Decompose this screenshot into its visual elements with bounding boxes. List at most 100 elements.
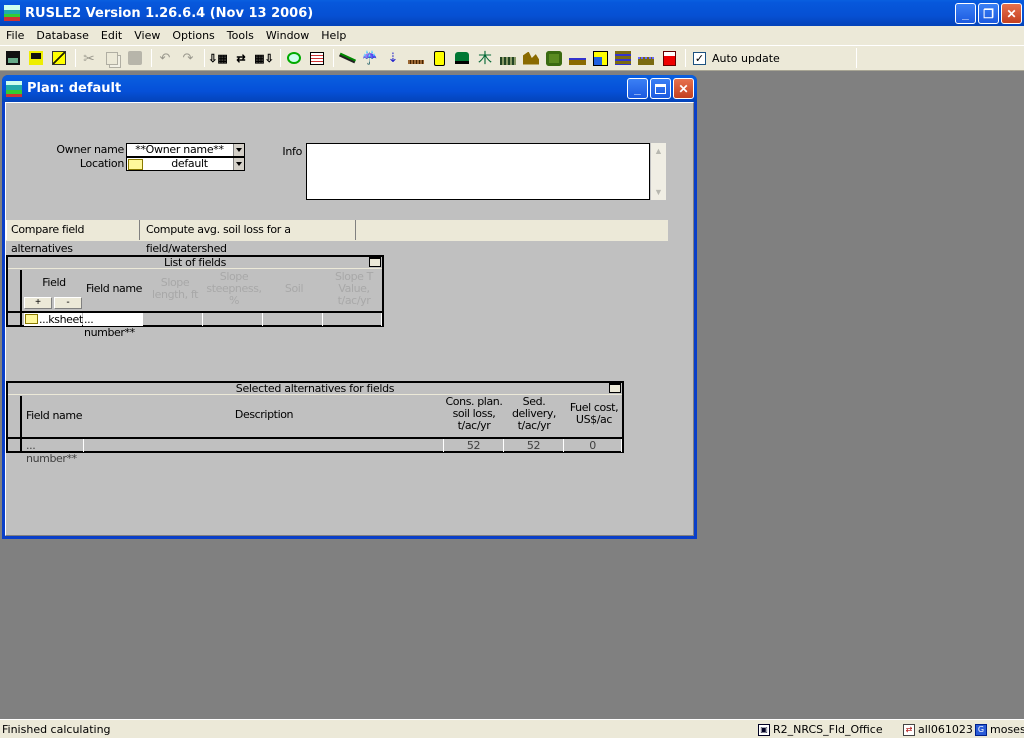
plan-close-button[interactable]: ✕ [673,78,694,99]
info-label: Info [282,145,302,158]
save-button[interactable] [3,48,23,68]
tab-compare-field-alternatives[interactable]: Compare field alternatives [6,220,140,255]
redo-button[interactable]: ↷ [178,48,198,68]
restore-icon: ❐ [983,6,994,21]
dropdown-arrow-icon[interactable] [233,158,244,170]
status-data-set[interactable]: ⇄ all061023 [903,722,973,737]
app-minimize-button[interactable]: _ [955,3,976,24]
row-header-column [8,396,22,439]
tab-strip: Compare field alternatives Compute avg. … [6,220,668,255]
toolbar-separator [204,49,205,67]
map-icon [287,52,301,64]
save-all-button[interactable] [26,48,46,68]
objects-button[interactable] [49,48,69,68]
selected-alternatives-title-text: Selected alternatives for fields [235,382,395,395]
export-icon: ▦⇩ [254,52,274,65]
fuel-button[interactable] [429,48,449,68]
channel-button[interactable] [567,48,587,68]
status-database[interactable]: ▣ R2_NRCS_Fld_Office [758,722,883,737]
menu-edit[interactable]: Edit [95,29,128,42]
scroll-up-icon[interactable]: ▲ [652,144,665,158]
row-selector[interactable] [8,439,22,452]
cut-button[interactable]: ✂ [79,48,99,68]
header-field-name: Field name [26,409,83,422]
hill-button[interactable] [521,48,541,68]
database-icon: ▣ [758,723,770,736]
location-combo[interactable]: default [126,157,245,171]
field-button[interactable] [544,48,564,68]
menu-tools[interactable]: Tools [221,29,260,42]
tab-compute-avg-soil-loss[interactable]: Compute avg. soil loss for a field/water… [142,220,356,255]
plan-minimize-button[interactable]: _ [627,78,648,99]
auto-update-checkbox[interactable]: ✓ Auto update [693,51,780,65]
maximize-icon [655,83,666,94]
import-button[interactable]: ⇩▦ [208,48,228,68]
add-field-button[interactable]: + [24,297,52,309]
tractor-icon [455,52,469,64]
menu-window[interactable]: Window [260,29,315,42]
cell-field-name: ... number** [24,439,84,465]
dropdown-arrow-icon[interactable] [233,144,244,156]
table-button[interactable] [307,48,327,68]
toolbar-separator [333,49,334,67]
profile-button[interactable] [337,48,357,68]
fuel-pump-icon [662,50,676,66]
map-button[interactable] [284,48,304,68]
swap-button[interactable]: ⇄ [231,48,251,68]
toolbar-separator [280,49,281,67]
cut-icon: ✂ [83,49,95,66]
app-restore-button[interactable]: ❐ [978,3,999,24]
cell-slope-length [144,313,203,326]
irrigation-button[interactable] [636,48,656,68]
close-icon: ✕ [1006,6,1017,21]
menu-view[interactable]: View [128,29,166,42]
soil-button[interactable]: ⇣ [383,48,403,68]
redo-icon: ↷ [182,50,194,65]
scroll-down-icon[interactable]: ▼ [652,185,665,199]
maximize-grid-icon[interactable] [609,383,621,393]
app-title: RUSLE2 Version 1.26.6.4 (Nov 13 2006) [25,5,314,21]
import-icon: ⇩▦ [208,52,228,65]
cell-field-name[interactable]: ... number** [83,313,143,339]
app-close-button[interactable]: ✕ [1001,3,1022,24]
user-icon: G [975,723,987,736]
impoundment-button[interactable] [590,48,610,68]
residue-icon [408,60,424,64]
fuel-pump-button[interactable] [659,48,679,68]
info-scrollbar[interactable]: ▲ ▼ [651,143,666,200]
paste-button[interactable] [125,48,145,68]
close-icon: ✕ [678,81,689,96]
folder-icon [25,314,38,324]
objects-icon [52,51,66,65]
residue-button[interactable] [406,48,426,68]
info-textarea[interactable] [306,143,650,200]
maximize-grid-icon[interactable] [369,257,381,267]
cell-slope-steepness [204,313,263,326]
menu-options[interactable]: Options [166,29,220,42]
cell-field[interactable]: ...ksheet [24,313,83,326]
climate-button[interactable]: ☔ [360,48,380,68]
owner-name-label: Owner name [56,143,124,156]
undo-button[interactable]: ↶ [155,48,175,68]
export-button[interactable]: ▦⇩ [254,48,274,68]
row-selector[interactable] [8,313,22,326]
tractor-button[interactable] [452,48,472,68]
crop-icon [500,57,516,65]
plan-maximize-button[interactable] [650,78,671,99]
owner-name-combo[interactable]: **Owner name** [126,143,245,157]
menu-database[interactable]: Database [30,29,95,42]
menu-file[interactable]: File [0,29,30,42]
hill-icon [523,51,539,65]
terrace-button[interactable] [613,48,633,68]
copy-button[interactable] [102,48,122,68]
copy-icon [106,51,118,65]
header-description: Description [234,408,294,421]
status-user[interactable]: G moses [975,722,1024,737]
vegetation-button[interactable]: ⽊ [475,48,495,68]
plan-window-title-bar[interactable]: Plan: default [2,75,697,102]
remove-field-button[interactable]: - [54,297,82,309]
menu-help[interactable]: Help [315,29,352,42]
header-slope-t-value: Slope T Value, t/ac/yr [335,270,373,307]
crop-button[interactable] [498,48,518,68]
soil-icon: ⇣ [387,50,399,65]
